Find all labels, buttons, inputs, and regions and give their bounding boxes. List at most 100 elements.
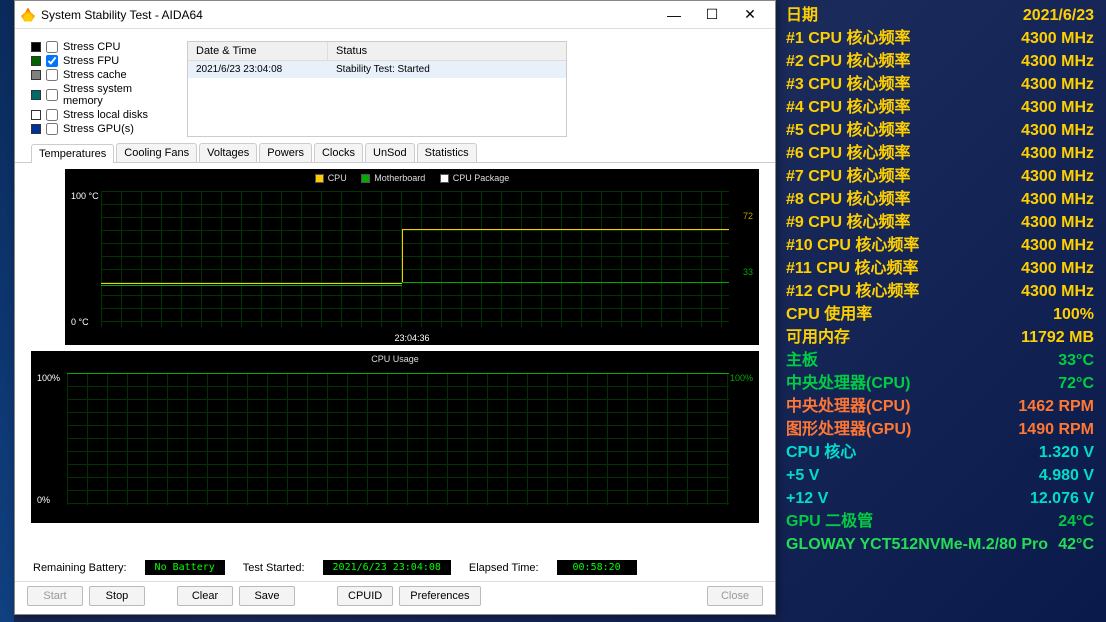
osd-key: #11 CPU 核心频率 [786, 257, 919, 280]
save-button[interactable]: Save [239, 586, 295, 606]
battery-value: No Battery [145, 560, 225, 575]
osd-value: 1.320 V [1039, 441, 1094, 464]
cpuid-button[interactable]: CPUID [337, 586, 393, 606]
osd-value: 11792 MB [1021, 326, 1094, 349]
started-label: Test Started: [243, 562, 305, 574]
osd-row: #6 CPU 核心频率4300 MHz [786, 142, 1094, 165]
osd-key: GPU 二极管 [786, 510, 873, 533]
stress-cpu-row[interactable]: Stress CPU [31, 41, 171, 53]
close-dialog-button[interactable]: Close [707, 586, 763, 606]
osd-row: #9 CPU 核心频率4300 MHz [786, 211, 1094, 234]
stress-fpu-row[interactable]: Stress FPU [31, 55, 171, 67]
osd-key: 中央处理器(CPU) [786, 395, 910, 418]
osd-row: #4 CPU 核心频率4300 MHz [786, 96, 1094, 119]
stress-fpu-checkbox[interactable] [46, 55, 58, 67]
osd-row: CPU 使用率100% [786, 303, 1094, 326]
osd-value: 2021/6/23 [1023, 4, 1094, 27]
osd-value: 4300 MHz [1021, 27, 1094, 50]
osd-key: 可用内存 [786, 326, 850, 349]
stop-button[interactable]: Stop [89, 586, 145, 606]
tab-temperatures[interactable]: Temperatures [31, 144, 114, 163]
osd-value: 4300 MHz [1021, 73, 1094, 96]
top-panel: Stress CPU Stress FPU Stress cache Stres… [15, 29, 775, 143]
osd-key: #12 CPU 核心频率 [786, 280, 919, 303]
osd-key: +5 V [786, 464, 819, 487]
osd-key: 中央处理器(CPU) [786, 372, 910, 395]
osd-row: #2 CPU 核心频率4300 MHz [786, 50, 1094, 73]
aida64-stability-window: System Stability Test - AIDA64 — ☐ ✕ Str… [14, 0, 776, 615]
cache-color-swatch [31, 70, 41, 80]
usage-reading: 100% [730, 373, 753, 383]
stress-mem-row[interactable]: Stress system memory [31, 83, 171, 107]
desktop-strip [0, 0, 14, 622]
osd-key: GLOWAY YCT512NVMe-M.2/80 Pro [786, 533, 1048, 556]
stress-gpu-checkbox[interactable] [46, 123, 58, 135]
battery-label: Remaining Battery: [33, 562, 127, 574]
titlebar[interactable]: System Stability Test - AIDA64 — ☐ ✕ [15, 1, 775, 29]
fpu-color-swatch [31, 56, 41, 66]
minimize-button[interactable]: — [655, 1, 693, 29]
clear-button[interactable]: Clear [177, 586, 233, 606]
temp-grid [101, 191, 729, 327]
legend-pkg: CPU Package [453, 173, 510, 183]
osd-key: #3 CPU 核心频率 [786, 73, 910, 96]
osd-value: 4300 MHz [1021, 119, 1094, 142]
tab-unused[interactable]: UnSod [365, 143, 415, 162]
tab-cooling-fans[interactable]: Cooling Fans [116, 143, 197, 162]
tab-powers[interactable]: Powers [259, 143, 312, 162]
button-bar: Start Stop Clear Save CPUID Preferences … [15, 581, 775, 614]
stress-gpu-label: Stress GPU(s) [63, 123, 134, 135]
osd-value: 4300 MHz [1021, 188, 1094, 211]
osd-key: #4 CPU 核心频率 [786, 96, 910, 119]
legend-cpu-swatch [315, 174, 324, 183]
stress-cpu-label: Stress CPU [63, 41, 120, 53]
close-button[interactable]: ✕ [731, 1, 769, 29]
log-row[interactable]: 2021/6/23 23:04:08 Stability Test: Start… [188, 61, 566, 78]
log-header-datetime[interactable]: Date & Time [188, 42, 328, 60]
preferences-button[interactable]: Preferences [399, 586, 480, 606]
usage-grid [67, 373, 729, 505]
osd-key: #2 CPU 核心频率 [786, 50, 910, 73]
temp-legend: CPU Motherboard CPU Package [65, 169, 759, 189]
legend-pkg-swatch [440, 174, 449, 183]
stress-mem-checkbox[interactable] [46, 89, 58, 101]
temp-y-top: 100 °C [71, 191, 99, 201]
stress-disk-checkbox[interactable] [46, 109, 58, 121]
osd-value: 24°C [1058, 510, 1094, 533]
osd-value: 4300 MHz [1021, 234, 1094, 257]
charts-area: CPU Motherboard CPU Package 100 °C 0 °C … [15, 163, 775, 554]
stress-cpu-checkbox[interactable] [46, 41, 58, 53]
stress-gpu-row[interactable]: Stress GPU(s) [31, 123, 171, 135]
tab-clocks[interactable]: Clocks [314, 143, 363, 162]
osd-key: #9 CPU 核心频率 [786, 211, 910, 234]
stress-cache-row[interactable]: Stress cache [31, 69, 171, 81]
osd-key: 主板 [786, 349, 818, 372]
usage-title: CPU Usage [31, 351, 759, 367]
osd-value: 72°C [1058, 372, 1094, 395]
maximize-button[interactable]: ☐ [693, 1, 731, 29]
temp-reading-cpu: 72 [743, 211, 753, 221]
window-title: System Stability Test - AIDA64 [41, 8, 655, 22]
usage-y-top: 100% [37, 373, 60, 383]
osd-key: #5 CPU 核心频率 [786, 119, 910, 142]
osd-key: CPU 核心 [786, 441, 856, 464]
osd-value: 4.980 V [1039, 464, 1094, 487]
osd-row: GPU 二极管 24°C [786, 510, 1094, 533]
log-header-status[interactable]: Status [328, 42, 375, 60]
app-icon [21, 8, 35, 22]
stress-cache-checkbox[interactable] [46, 69, 58, 81]
osd-row: #10 CPU 核心频率 4300 MHz [786, 234, 1094, 257]
elapsed-label: Elapsed Time: [469, 562, 539, 574]
osd-key: #10 CPU 核心频率 [786, 234, 919, 257]
stress-cache-label: Stress cache [63, 69, 127, 81]
started-value: 2021/6/23 23:04:08 [323, 560, 451, 575]
osd-overlay: 日期2021/6/23#1 CPU 核心频率4300 MHz#2 CPU 核心频… [774, 0, 1106, 622]
osd-row: +5 V 4.980 V [786, 464, 1094, 487]
tab-statistics[interactable]: Statistics [417, 143, 477, 162]
stress-disk-row[interactable]: Stress local disks [31, 109, 171, 121]
tab-voltages[interactable]: Voltages [199, 143, 257, 162]
temp-y-bot: 0 °C [71, 317, 89, 327]
osd-row: +12 V12.076 V [786, 487, 1094, 510]
event-log: Date & Time Status 2021/6/23 23:04:08 St… [187, 41, 567, 137]
start-button[interactable]: Start [27, 586, 83, 606]
